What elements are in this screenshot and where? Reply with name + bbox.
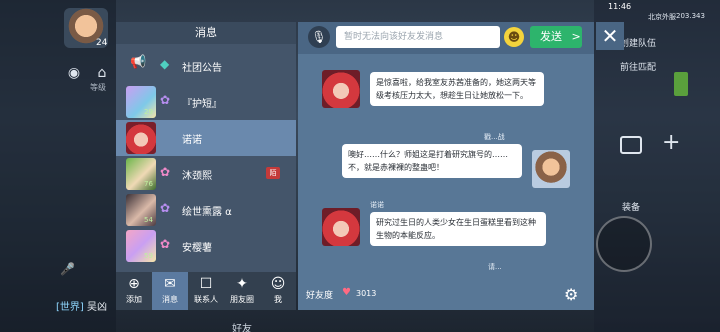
profile-icon: ☺ xyxy=(270,276,286,292)
add-friend-icon: ⊕ xyxy=(128,276,140,292)
game-left-hud xyxy=(0,0,116,332)
contact-name: 绘世熏露 α xyxy=(182,207,232,218)
message-sender-name: 请... xyxy=(488,263,502,271)
tab-me[interactable]: ☺ 我 xyxy=(260,272,296,310)
close-button[interactable]: ✕ xyxy=(596,22,624,50)
tab-messages[interactable]: ✉ 消息 xyxy=(152,272,188,310)
contact-name: 社团公告 xyxy=(182,63,222,74)
friends-tab-label[interactable]: 好友 xyxy=(232,320,252,332)
home-icon[interactable]: ⌂ xyxy=(92,65,112,83)
tab-label: 消息 xyxy=(162,295,178,304)
voice-icon[interactable]: 🎤 xyxy=(60,262,75,276)
contact-name: 安樱薯 xyxy=(182,243,212,254)
flower-icon: ✿ xyxy=(160,237,171,251)
eye-icon[interactable]: ◉ xyxy=(64,65,84,83)
flower-icon: ✿ xyxy=(160,165,171,179)
message-icon: ✉ xyxy=(164,276,176,292)
emoji-icon[interactable]: ☻ xyxy=(504,27,524,47)
tab-label: 联系人 xyxy=(194,295,218,304)
microphone-icon[interactable]: 🎙 xyxy=(308,26,330,48)
contact-level: 29 xyxy=(144,108,153,116)
message-sender-name: 戳...战 xyxy=(484,133,505,141)
contact-name: 沐颈熙 xyxy=(182,171,212,182)
message-bubble: 噢好……什么？师姐这是打着研究旗号的……不，就是赤裸裸的整蛊吧！ xyxy=(342,144,522,178)
message-sender-name: 诺诺 xyxy=(370,201,384,209)
gear-icon[interactable]: ⚙ xyxy=(564,285,578,304)
message-avatar[interactable] xyxy=(322,70,360,108)
equip-label[interactable]: 装备 xyxy=(622,200,640,213)
contact-item[interactable]: 59 ✿ 安樱薯 xyxy=(116,228,296,264)
message-bubble: 研究过生日的人类少女在生日蛋糕里看到这种生物的本能反应。 xyxy=(370,212,546,246)
left-hud-label: 等级 xyxy=(90,83,106,92)
contact-level: 54 xyxy=(144,216,153,224)
chat-input-bar: 🎙 暂时无法向该好友发消息 ☻ 发送 > xyxy=(298,22,594,54)
message-avatar[interactable] xyxy=(532,150,570,188)
contact-level: 59 xyxy=(144,252,153,260)
tab-add[interactable]: ⊕ 添加 xyxy=(116,272,152,310)
contact-item[interactable]: 76 ✿ 沐颈熙 陌 xyxy=(116,156,296,192)
tab-label: 我 xyxy=(274,295,282,304)
chevron-right-icon: > xyxy=(571,30,581,43)
status-region: 北京外服 xyxy=(648,13,676,21)
contact-item-selected[interactable]: 诺诺 xyxy=(116,120,296,156)
create-team-button[interactable]: 创建队伍 xyxy=(620,36,656,49)
world-chat-line[interactable]: [世界] 吴凶 xyxy=(56,298,107,313)
green-tag[interactable] xyxy=(674,72,688,96)
panel-title: 消息 xyxy=(116,22,296,44)
match-button[interactable]: 前往匹配 xyxy=(620,60,656,73)
send-label: 发送 xyxy=(540,30,562,43)
message-input[interactable]: 暂时无法向该好友发消息 xyxy=(336,26,500,48)
contact-name: 诺诺 xyxy=(182,135,202,146)
moments-icon: ✦ xyxy=(236,276,248,292)
plus-icon[interactable]: + xyxy=(662,130,680,155)
favorability-value: 3013 xyxy=(356,289,377,298)
tab-label: 添加 xyxy=(126,295,142,304)
flower-icon: ✿ xyxy=(160,201,171,215)
bag-icon[interactable] xyxy=(620,136,642,154)
attack-button[interactable] xyxy=(596,216,652,272)
status-time: 11:46 xyxy=(608,2,632,11)
flower-icon: ✿ xyxy=(160,93,171,107)
contacts-panel: 消息 📢 ◆ 社团公告 29 ✿ 『护短』 诺诺 76 ✿ 沐颈熙 陌 54 ✿… xyxy=(116,22,296,310)
megaphone-icon: 📢 xyxy=(130,55,147,70)
favorability-label: 好友度 xyxy=(306,291,334,301)
tab-moments[interactable]: ✦ 朋友圈 xyxy=(224,272,260,310)
left-hud-icons: ◉ ⌂ xyxy=(64,62,120,83)
contact-item-notice[interactable]: 📢 ◆ 社团公告 xyxy=(116,48,296,84)
favorability-bar: 好友度 ♥ 3013 ⚙ xyxy=(298,280,594,310)
world-chat-tag: [世界] xyxy=(56,302,84,313)
stranger-badge: 陌 xyxy=(266,167,280,179)
avatar xyxy=(126,122,156,154)
message-avatar[interactable] xyxy=(322,208,360,246)
player-level: 24 xyxy=(96,38,108,48)
message-bubble: 是惊喜啦，给我室友苏茜准备的，她这两天等级考核压力太大，想趁生日让她放松一下。 xyxy=(370,72,544,106)
status-ping: 203.343 xyxy=(676,12,705,20)
world-chat-text: 吴凶 xyxy=(87,302,107,313)
send-button[interactable]: 发送 > xyxy=(530,26,582,48)
contacts-icon: ☐ xyxy=(199,276,213,292)
bottom-tab-bar: ⊕ 添加 ✉ 消息 ☐ 联系人 ✦ 朋友圈 ☺ 我 xyxy=(116,272,296,310)
chat-panel: 🎙 暂时无法向该好友发消息 ☻ 发送 > 是惊喜啦，给我室友苏茜准备的，她这两天… xyxy=(298,22,594,310)
contact-item[interactable]: 54 ✿ 绘世熏露 α xyxy=(116,192,296,228)
tab-label: 朋友圈 xyxy=(230,295,254,304)
contact-name: 『护短』 xyxy=(182,99,222,110)
tab-contacts[interactable]: ☐ 联系人 xyxy=(188,272,224,310)
heart-icon: ♥ xyxy=(342,287,351,298)
contact-item[interactable]: 29 ✿ 『护短』 xyxy=(116,84,296,120)
contact-level: 76 xyxy=(144,180,153,188)
club-icon: ◆ xyxy=(160,57,170,71)
